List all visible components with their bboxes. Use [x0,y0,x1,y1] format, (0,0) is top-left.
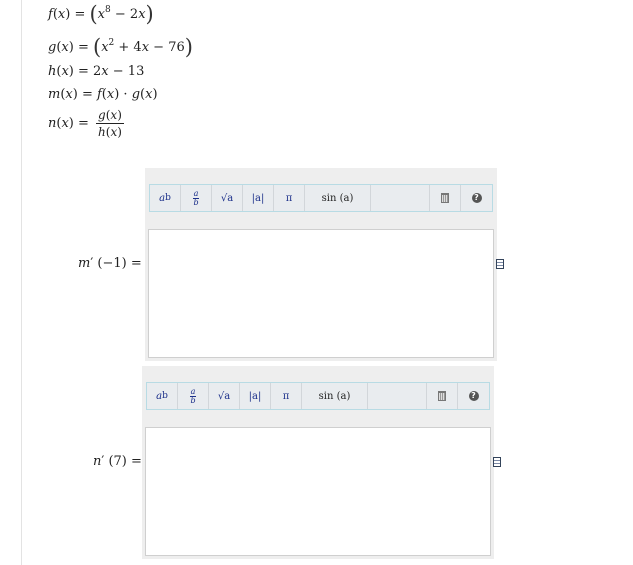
document-icon[interactable] [493,457,501,467]
question-label-n-prime: n′ (7) = [93,454,142,469]
math-toolbar: ab ab √a |a| π sin (a) ? [149,184,493,212]
abs-button[interactable]: |a| [243,185,274,211]
power-button[interactable]: ab [150,185,181,211]
equation-f: f(x) = (x8 − 2x) [48,2,154,26]
equation-g: g(x) = (x2 + 4x − 76) [48,35,193,59]
document-icon[interactable] [496,259,504,269]
answer-input-m[interactable] [148,229,494,358]
equation-n: n(x) = g(x) h(x) [48,108,124,139]
left-rule [21,0,22,565]
equation-m: m(x) = f(x) · g(x) [48,87,158,102]
pi-button[interactable]: π [271,383,302,409]
trash-icon [441,193,449,203]
sqrt-button[interactable]: √a [209,383,240,409]
pi-button[interactable]: π [274,185,305,211]
fraction: g(x) h(x) [96,108,124,139]
math-toolbar: ab ab √a |a| π sin (a) ? [146,382,490,410]
answer-box-m: ab ab √a |a| π sin (a) ? [145,168,497,361]
fraction-button[interactable]: ab [181,185,212,211]
help-icon: ? [468,391,479,401]
fraction-button[interactable]: ab [178,383,209,409]
answer-input-n[interactable] [145,427,491,556]
sin-button[interactable]: sin (a) [305,185,371,211]
delete-button[interactable] [430,185,461,211]
abs-button[interactable]: |a| [240,383,271,409]
sqrt-button[interactable]: √a [212,185,243,211]
power-button[interactable]: ab [147,383,178,409]
trash-icon [438,391,446,401]
equation-h: h(x) = 2x − 13 [48,64,145,79]
help-button[interactable]: ? [458,383,489,409]
help-button[interactable]: ? [461,185,492,211]
help-icon: ? [471,193,482,203]
question-label-m-prime: m′ (−1) = [78,256,142,271]
answer-box-n: ab ab √a |a| π sin (a) ? [142,366,494,559]
sin-button[interactable]: sin (a) [302,383,368,409]
delete-button[interactable] [427,383,458,409]
